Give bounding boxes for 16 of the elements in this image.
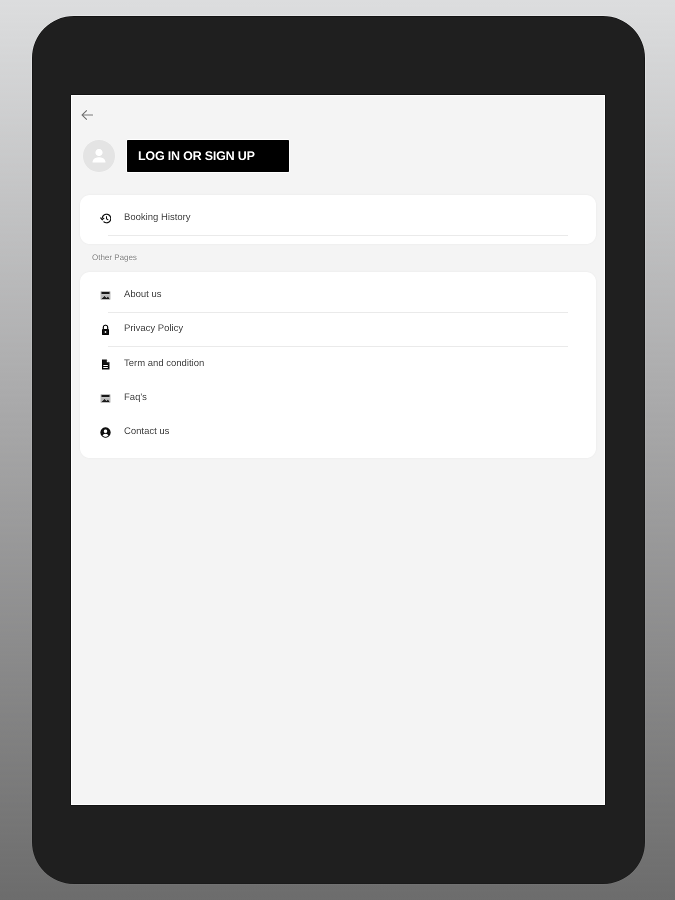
menu-item[interactable]: Privacy Policy xyxy=(80,313,192,346)
menu-item[interactable]: Booking History xyxy=(80,202,199,235)
section-heading: Other Pages xyxy=(92,252,137,264)
back-arrow-icon[interactable] xyxy=(81,110,93,120)
photo-card-icon xyxy=(100,392,111,404)
avatar-icon xyxy=(83,140,115,172)
photo-card-icon xyxy=(100,290,111,301)
history-icon xyxy=(100,213,111,224)
login-signup-button[interactable]: LOG IN OR SIGN UP xyxy=(127,140,289,172)
lock-icon xyxy=(100,324,111,335)
menu-item[interactable]: Term and condition xyxy=(80,347,212,381)
menu-item[interactable]: Contact us xyxy=(80,415,178,449)
user-circle-icon xyxy=(100,426,111,438)
menu-item[interactable]: Faq's xyxy=(80,381,155,415)
menu-item[interactable]: About us xyxy=(80,279,170,312)
document-icon xyxy=(100,358,111,370)
